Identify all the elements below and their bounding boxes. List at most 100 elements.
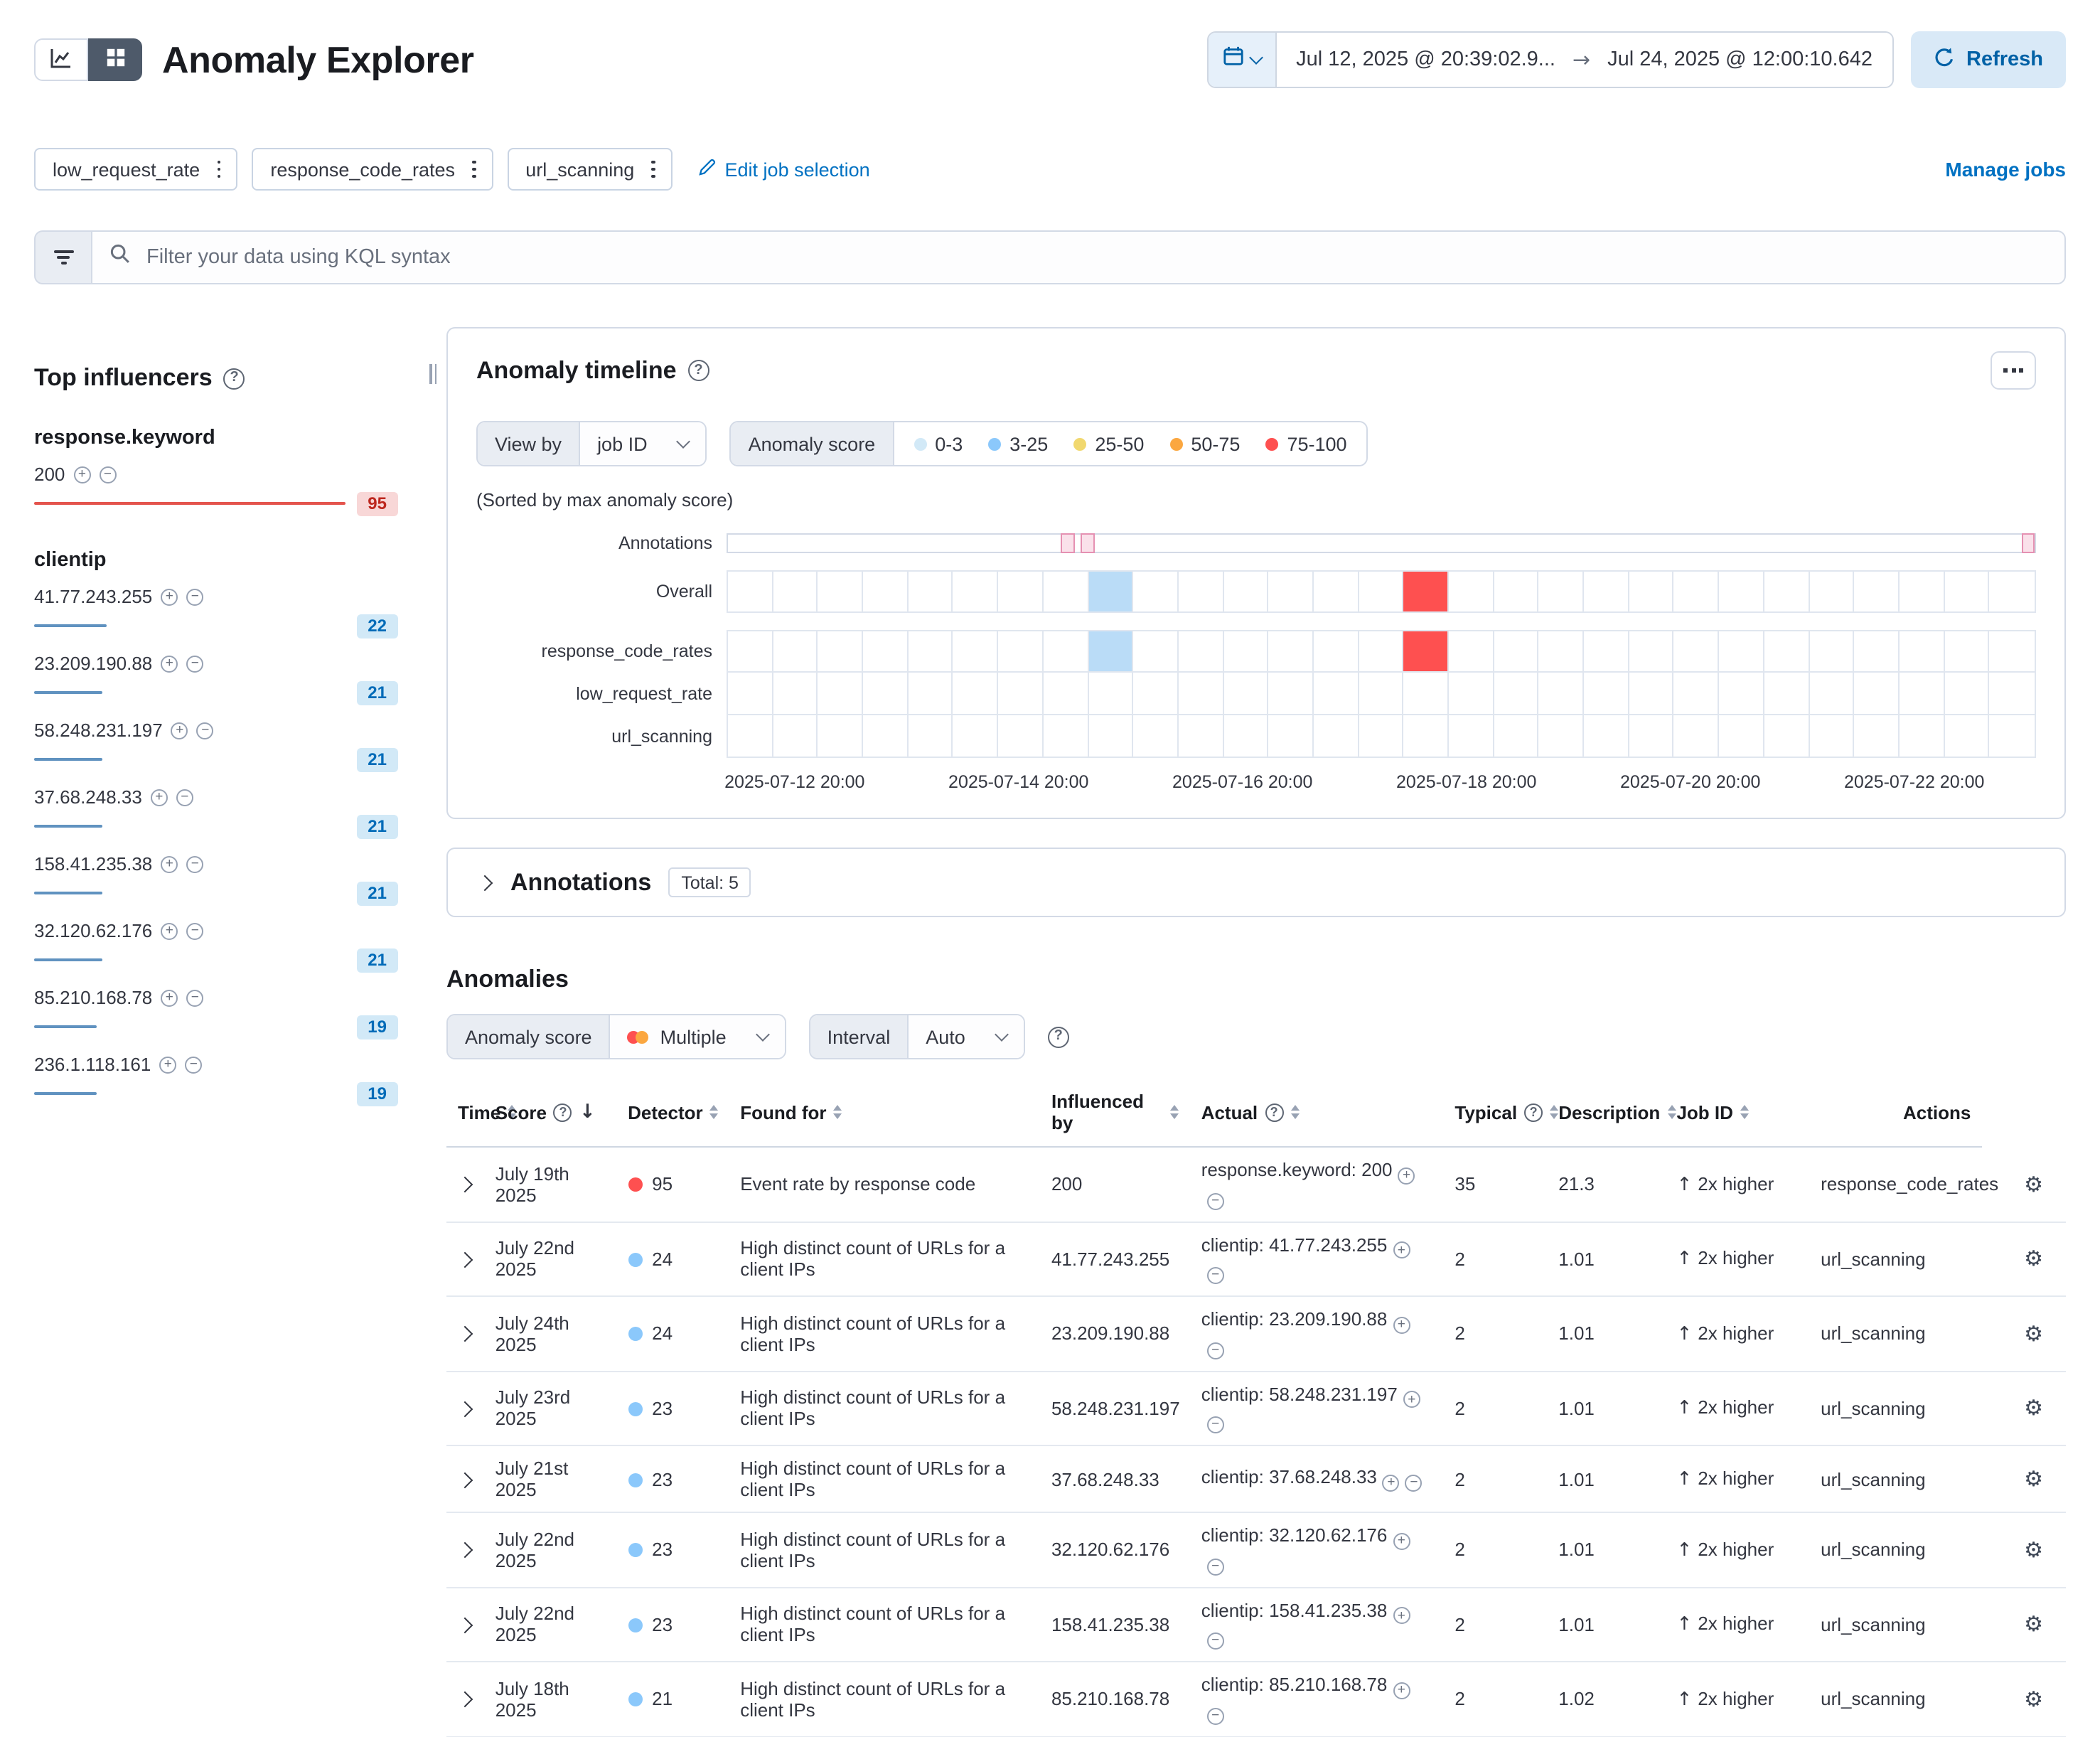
swimlane-cell[interactable] bbox=[1764, 715, 1809, 757]
swimlane-cell[interactable] bbox=[1629, 572, 1674, 611]
date-range-start[interactable]: Jul 12, 2025 @ 20:39:02.9... bbox=[1296, 48, 1555, 71]
sort-icon[interactable] bbox=[1170, 1105, 1179, 1119]
expand-row-icon[interactable] bbox=[457, 1177, 473, 1193]
influencer-value[interactable]: 85.210.168.78 bbox=[34, 987, 152, 1008]
filter-out-icon[interactable]: − bbox=[1207, 1632, 1224, 1650]
gear-icon[interactable]: ⚙ bbox=[2024, 1396, 2043, 1421]
filter-in-icon[interactable]: + bbox=[161, 855, 178, 872]
swimlane-cell[interactable] bbox=[1449, 673, 1494, 714]
help-icon[interactable]: ? bbox=[224, 368, 245, 389]
influencer-value[interactable]: 58.248.231.197 bbox=[34, 720, 163, 741]
swimlane-cell[interactable] bbox=[1764, 673, 1809, 714]
swimlane-cell[interactable] bbox=[863, 715, 908, 757]
swimlane-cell[interactable] bbox=[1990, 673, 2035, 714]
gear-icon[interactable]: ⚙ bbox=[2024, 1466, 2043, 1492]
swimlane-cell[interactable] bbox=[1809, 673, 1854, 714]
filter-in-icon[interactable]: + bbox=[161, 922, 178, 939]
date-range-end[interactable]: Jul 24, 2025 @ 12:00:10.642 bbox=[1607, 48, 1873, 71]
swimlane-cell[interactable] bbox=[1494, 572, 1538, 611]
column-header-score[interactable]: Score?↓ bbox=[484, 1082, 616, 1147]
swimlane-cell[interactable] bbox=[909, 715, 953, 757]
gear-icon[interactable]: ⚙ bbox=[2024, 1321, 2043, 1347]
column-header-detector[interactable]: Detector bbox=[616, 1082, 729, 1147]
swimlane-cell[interactable] bbox=[1719, 572, 1764, 611]
swimlane-cell[interactable] bbox=[1404, 572, 1449, 611]
swimlane-cell[interactable] bbox=[953, 572, 998, 611]
swimlane-cell[interactable] bbox=[1809, 715, 1854, 757]
swimlane-cell[interactable] bbox=[773, 715, 818, 757]
swimlane-cell[interactable] bbox=[1133, 572, 1178, 611]
gear-icon[interactable]: ⚙ bbox=[2024, 1687, 2043, 1712]
swimlane-cell[interactable] bbox=[1179, 572, 1223, 611]
swimlane-cell[interactable] bbox=[1044, 673, 1088, 714]
swimlane-cell[interactable] bbox=[1088, 673, 1133, 714]
swimlane-cell[interactable] bbox=[998, 631, 1043, 671]
swimlane-cell[interactable] bbox=[1854, 631, 1899, 671]
filter-in-icon[interactable]: + bbox=[1393, 1608, 1410, 1625]
expand-row-icon[interactable] bbox=[457, 1542, 473, 1559]
swimlane-cell[interactable] bbox=[1944, 673, 1989, 714]
filter-out-icon[interactable]: − bbox=[186, 922, 203, 939]
swimlane-cell[interactable] bbox=[773, 631, 818, 671]
swimlane-cell[interactable] bbox=[1854, 673, 1899, 714]
swimlane-cell[interactable] bbox=[773, 572, 818, 611]
swimlane-cell[interactable] bbox=[1449, 631, 1494, 671]
table-view-button[interactable] bbox=[88, 38, 142, 81]
swimlane-cell[interactable] bbox=[1359, 631, 1403, 671]
influencer-value[interactable]: 23.209.190.88 bbox=[34, 653, 152, 674]
chart-view-button[interactable] bbox=[34, 38, 88, 81]
job-chip[interactable]: url_scanning bbox=[507, 148, 672, 191]
swimlane-cell[interactable] bbox=[1764, 572, 1809, 611]
swimlane-cell[interactable] bbox=[1854, 572, 1899, 611]
column-header-job-id[interactable]: Job ID bbox=[1665, 1082, 1809, 1147]
swimlane-cell[interactable] bbox=[1539, 572, 1584, 611]
swimlane-cell[interactable] bbox=[818, 715, 863, 757]
help-icon[interactable]: ? bbox=[1048, 1026, 1069, 1047]
swimlane-cell[interactable] bbox=[818, 572, 863, 611]
swimlane-cell[interactable] bbox=[1088, 572, 1133, 611]
swimlane-cell[interactable] bbox=[1223, 715, 1268, 757]
swimlane-cell[interactable] bbox=[1314, 631, 1359, 671]
influencer-value[interactable]: 236.1.118.161 bbox=[34, 1054, 151, 1075]
swimlane-cell[interactable] bbox=[1223, 673, 1268, 714]
swimlane-cell[interactable] bbox=[998, 572, 1043, 611]
expand-row-icon[interactable] bbox=[457, 1251, 473, 1268]
sort-icon[interactable] bbox=[1290, 1105, 1299, 1119]
swimlane-cell[interactable] bbox=[1179, 673, 1223, 714]
swimlane-cell[interactable] bbox=[1629, 673, 1674, 714]
swimlane-cell[interactable] bbox=[1269, 631, 1314, 671]
influencer-value[interactable]: 158.41.235.38 bbox=[34, 853, 152, 875]
swimlane-cell[interactable] bbox=[1674, 572, 1719, 611]
swimlane-cell[interactable] bbox=[1719, 715, 1764, 757]
swimlane-cell[interactable] bbox=[1809, 631, 1854, 671]
gear-icon[interactable]: ⚙ bbox=[2024, 1246, 2043, 1272]
column-header-typical[interactable]: Typical? bbox=[1443, 1082, 1547, 1147]
swimlane-cell[interactable] bbox=[1900, 715, 1944, 757]
swimlane-cell[interactable] bbox=[1179, 631, 1223, 671]
resize-handle-icon[interactable] bbox=[429, 364, 436, 384]
swimlane-cell[interactable] bbox=[728, 631, 773, 671]
gear-icon[interactable]: ⚙ bbox=[2024, 1171, 2043, 1197]
swimlane-cell[interactable] bbox=[1674, 673, 1719, 714]
swimlane-cell[interactable] bbox=[1584, 715, 1629, 757]
expand-row-icon[interactable] bbox=[457, 1691, 473, 1708]
swimlane-cell[interactable] bbox=[1494, 631, 1538, 671]
swimlane-cell[interactable] bbox=[1990, 572, 2035, 611]
chevron-right-icon[interactable] bbox=[477, 875, 493, 891]
annotation-mark[interactable] bbox=[1081, 533, 1095, 553]
swimlane-cell[interactable] bbox=[909, 631, 953, 671]
swimlane-cell[interactable] bbox=[1719, 631, 1764, 671]
swimlane-cell[interactable] bbox=[1359, 673, 1403, 714]
filter-in-icon[interactable]: + bbox=[1383, 1475, 1400, 1492]
swimlane-cell[interactable] bbox=[1223, 631, 1268, 671]
filter-out-icon[interactable]: − bbox=[1207, 1558, 1224, 1575]
annotations-accordion[interactable]: Annotations Total: 5 bbox=[446, 848, 2066, 917]
swimlane-cell[interactable] bbox=[1494, 673, 1538, 714]
filter-in-icon[interactable]: + bbox=[161, 989, 178, 1006]
influencer-value[interactable]: 32.120.62.176 bbox=[34, 920, 152, 941]
swimlane-cell[interactable] bbox=[1584, 631, 1629, 671]
filter-out-icon[interactable]: − bbox=[1207, 1342, 1224, 1359]
swimlane-cell[interactable] bbox=[1944, 572, 1989, 611]
swimlane-cell[interactable] bbox=[1449, 572, 1494, 611]
sort-icon[interactable] bbox=[1740, 1105, 1749, 1119]
